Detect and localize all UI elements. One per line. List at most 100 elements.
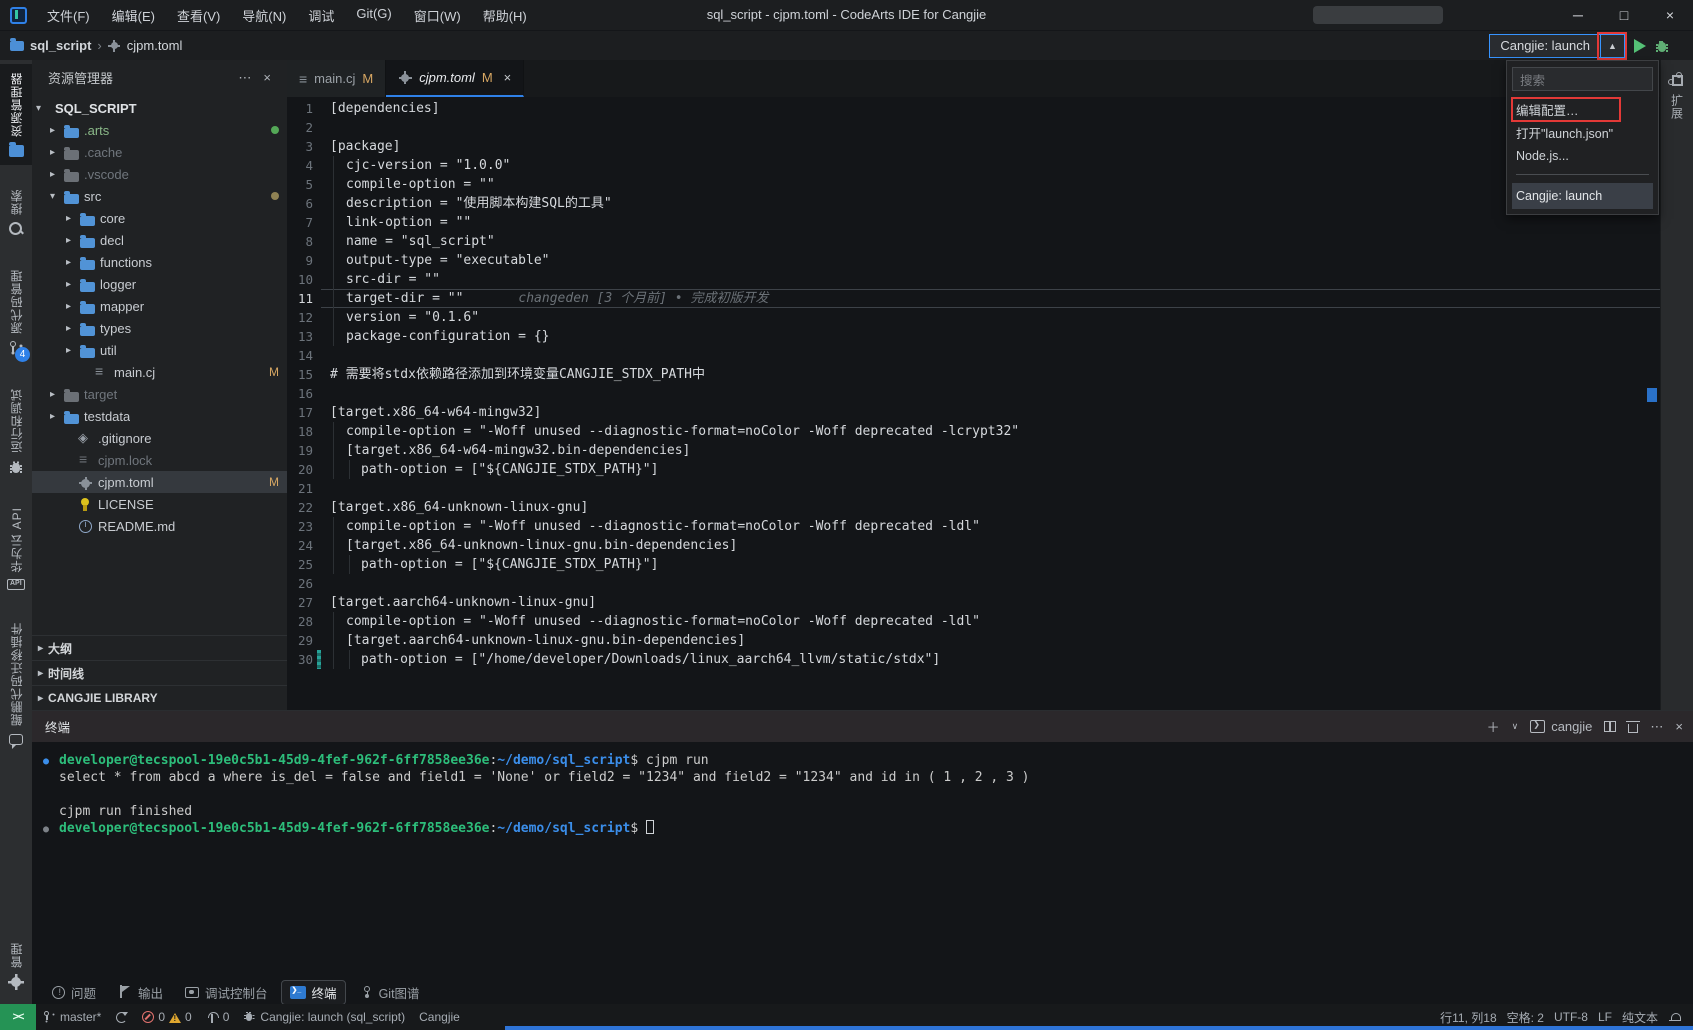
close-tab-icon[interactable]: × bbox=[504, 70, 512, 85]
editor-line[interactable]: 14 bbox=[287, 346, 1660, 365]
editor-line[interactable]: 5 compile-option = "" bbox=[287, 175, 1660, 194]
editor-line[interactable]: 6 description = "使用脚本构建SQL的工具" bbox=[287, 194, 1660, 213]
panel-tab[interactable]: 输出 bbox=[110, 981, 171, 1004]
tree-row[interactable]: ▸ testdata bbox=[32, 405, 287, 427]
tree-row[interactable]: ▸ decl bbox=[32, 229, 287, 251]
activity-bar-item[interactable]: 华为云 API bbox=[0, 499, 32, 598]
run-button[interactable] bbox=[1634, 39, 1646, 53]
breadcrumb-folder[interactable]: sql_script bbox=[30, 38, 91, 53]
language-context-item[interactable]: Cangjie bbox=[412, 1010, 467, 1024]
editor-line[interactable]: 8 name = "sql_script" bbox=[287, 232, 1660, 251]
editor-line[interactable]: 18 compile-option = "-Woff unused --diag… bbox=[287, 422, 1660, 441]
editor-line[interactable]: 4 cjc-version = "1.0.0" bbox=[287, 156, 1660, 175]
menu-item[interactable]: 编辑(E) bbox=[103, 3, 164, 28]
new-terminal-icon[interactable]: ＋ bbox=[1487, 717, 1500, 736]
editor-line[interactable]: 1 [dependencies] bbox=[287, 99, 1660, 118]
tree-row[interactable]: cjpm.toml M bbox=[32, 471, 287, 493]
tree-row[interactable]: ▸ core bbox=[32, 207, 287, 229]
editor-line[interactable]: 10 src-dir = "" bbox=[287, 270, 1660, 289]
editor-line[interactable]: 17 [target.x86_64-w64-mingw32] bbox=[287, 403, 1660, 422]
activity-bar-item[interactable]: 运行和调试 bbox=[0, 380, 32, 483]
sidebar-section[interactable]: ▸ CANGJIE LIBRARY bbox=[32, 685, 287, 710]
editor-tab[interactable]: cjpm.toml M × bbox=[386, 60, 525, 97]
breadcrumb[interactable]: sql_script › cjpm.toml bbox=[0, 37, 183, 53]
terminal-instance[interactable]: cangjie bbox=[1530, 719, 1592, 734]
tree-row[interactable]: README.md bbox=[32, 515, 287, 537]
tree-row[interactable]: main.cj M bbox=[32, 361, 287, 383]
tree-row[interactable]: cjpm.lock bbox=[32, 449, 287, 471]
extensions-label[interactable]: 扩展 bbox=[1669, 94, 1686, 120]
dropdown-menu-item[interactable]: 打开"launch.json" bbox=[1512, 121, 1653, 144]
breadcrumb-file[interactable]: cjpm.toml bbox=[127, 38, 183, 53]
tree-row[interactable]: ▾ src bbox=[32, 185, 287, 207]
encoding[interactable]: UTF-8 bbox=[1554, 1010, 1588, 1024]
command-decoration-icon[interactable]: ● bbox=[43, 753, 49, 770]
panel-tab[interactable]: 调试控制台 bbox=[177, 981, 276, 1004]
editor-line[interactable]: 15 # 需要将stdx依赖路径添加到环境变量CANGJIE_STDX_PATH… bbox=[287, 365, 1660, 384]
editor-line[interactable]: 13 package-configuration = {} bbox=[287, 327, 1660, 346]
dropdown-menu-item[interactable]: Node.js... bbox=[1512, 144, 1653, 167]
ports-item[interactable]: 0 bbox=[199, 1010, 237, 1024]
command-center-pill[interactable] bbox=[1313, 6, 1443, 24]
notifications-bell-icon[interactable] bbox=[1668, 1011, 1681, 1024]
tree-row[interactable]: LICENSE bbox=[32, 493, 287, 515]
more-actions-icon[interactable]: ⋯ bbox=[232, 70, 257, 86]
editor-line[interactable]: 22 [target.x86_64-unknown-linux-gnu] bbox=[287, 498, 1660, 517]
tree-row[interactable]: .gitignore bbox=[32, 427, 287, 449]
close-panel-icon[interactable]: × bbox=[1675, 719, 1683, 734]
minimize-button[interactable]: ─ bbox=[1555, 0, 1601, 30]
tree-row[interactable]: ▸ target bbox=[32, 383, 287, 405]
launch-config-dropdown-arrow annotation-box[interactable]: ▲ bbox=[1597, 32, 1627, 60]
command-decoration-icon[interactable]: ● bbox=[43, 821, 49, 838]
tree-row[interactable]: ▸ .arts bbox=[32, 119, 287, 141]
debug-button[interactable] bbox=[1655, 39, 1669, 53]
more-actions-icon[interactable]: ⋯ bbox=[1650, 719, 1663, 735]
editor-line[interactable]: 9 output-type = "executable" bbox=[287, 251, 1660, 270]
activity-bar-item[interactable]: 源代码管理 4 bbox=[0, 261, 32, 364]
tree-row[interactable]: ▸ util bbox=[32, 339, 287, 361]
editor-line[interactable]: 2 bbox=[287, 118, 1660, 137]
terminal-profile-dropdown-icon[interactable]: ∨ bbox=[1512, 721, 1519, 732]
tree-row[interactable]: ▸ logger bbox=[32, 273, 287, 295]
editor-line[interactable]: 28 compile-option = "-Woff unused --diag… bbox=[287, 612, 1660, 631]
tree-row[interactable]: ▸ .cache bbox=[32, 141, 287, 163]
eol[interactable]: LF bbox=[1598, 1010, 1612, 1024]
editor-line[interactable]: 16 bbox=[287, 384, 1660, 403]
editor-line[interactable]: 3 [package] bbox=[287, 137, 1660, 156]
activity-bar-item-manage[interactable]: 管理 bbox=[0, 934, 32, 998]
activity-bar-item[interactable]: 搜索 bbox=[0, 181, 32, 245]
tree-row[interactable]: ▸ mapper bbox=[32, 295, 287, 317]
kill-terminal-icon[interactable] bbox=[1626, 720, 1641, 733]
panel-tab[interactable]: Git图谱 bbox=[351, 981, 428, 1004]
editor-line[interactable]: 11 target-dir = "" changeden [3 个月前] • 完成… bbox=[287, 289, 1660, 308]
menu-item[interactable]: 窗口(W) bbox=[405, 3, 470, 28]
editor-line[interactable]: 12 version = "0.1.6" bbox=[287, 308, 1660, 327]
editor-line[interactable]: 27 [target.aarch64-unknown-linux-gnu] bbox=[287, 593, 1660, 612]
extensions-icon[interactable] bbox=[1667, 72, 1683, 86]
panel-tab[interactable]: 终端 bbox=[280, 979, 346, 1005]
launch-config-select[interactable]: Cangjie: launch ▲ bbox=[1489, 32, 1627, 60]
activity-bar-item[interactable]: 资源管理器 bbox=[0, 64, 32, 165]
editor-line[interactable]: 21 bbox=[287, 479, 1660, 498]
git-branch-item[interactable]: master* bbox=[36, 1010, 108, 1024]
terminal-output[interactable]: ● developer@tecspool-19e0c5b1-45d9-4fef-9… bbox=[32, 742, 1693, 980]
maximize-button[interactable]: □ bbox=[1601, 0, 1647, 30]
close-window-button[interactable]: × bbox=[1647, 0, 1693, 30]
close-sidebar-icon[interactable]: × bbox=[257, 70, 277, 85]
menu-item[interactable]: 导航(N) bbox=[233, 3, 295, 28]
sidebar-section[interactable]: ▸ 大纲 bbox=[32, 635, 287, 660]
editor-line[interactable]: 19 [target.x86_64-w64-mingw32.bin-depend… bbox=[287, 441, 1660, 460]
menu-item[interactable]: 查看(V) bbox=[168, 3, 229, 28]
sidebar-section[interactable]: ▸ 时间线 bbox=[32, 660, 287, 685]
dropdown-menu-item[interactable]: 编辑配置… bbox=[1511, 97, 1621, 122]
editor-line[interactable]: 29 [target.aarch64-unknown-linux-gnu.bin… bbox=[287, 631, 1660, 650]
tree-row[interactable]: ▾ SQL_SCRIPT bbox=[32, 97, 287, 119]
launch-status-item[interactable]: Cangjie: launch (sql_script) bbox=[236, 1010, 412, 1024]
editor-line[interactable]: 7 link-option = "" bbox=[287, 213, 1660, 232]
editor-line[interactable]: 20 path-option = ["${CANGJIE_STDX_PATH}"… bbox=[287, 460, 1660, 479]
code-editor[interactable]: 1 [dependencies] 2 3 [package] 4 cjc-ver… bbox=[287, 97, 1660, 710]
menu-item[interactable]: 帮助(H) bbox=[474, 3, 536, 28]
activity-bar-item[interactable]: 鲲鹏代码迁移插件 bbox=[0, 614, 32, 753]
sync-button[interactable] bbox=[108, 1011, 135, 1024]
panel-tab[interactable]: 问题 bbox=[44, 981, 104, 1004]
